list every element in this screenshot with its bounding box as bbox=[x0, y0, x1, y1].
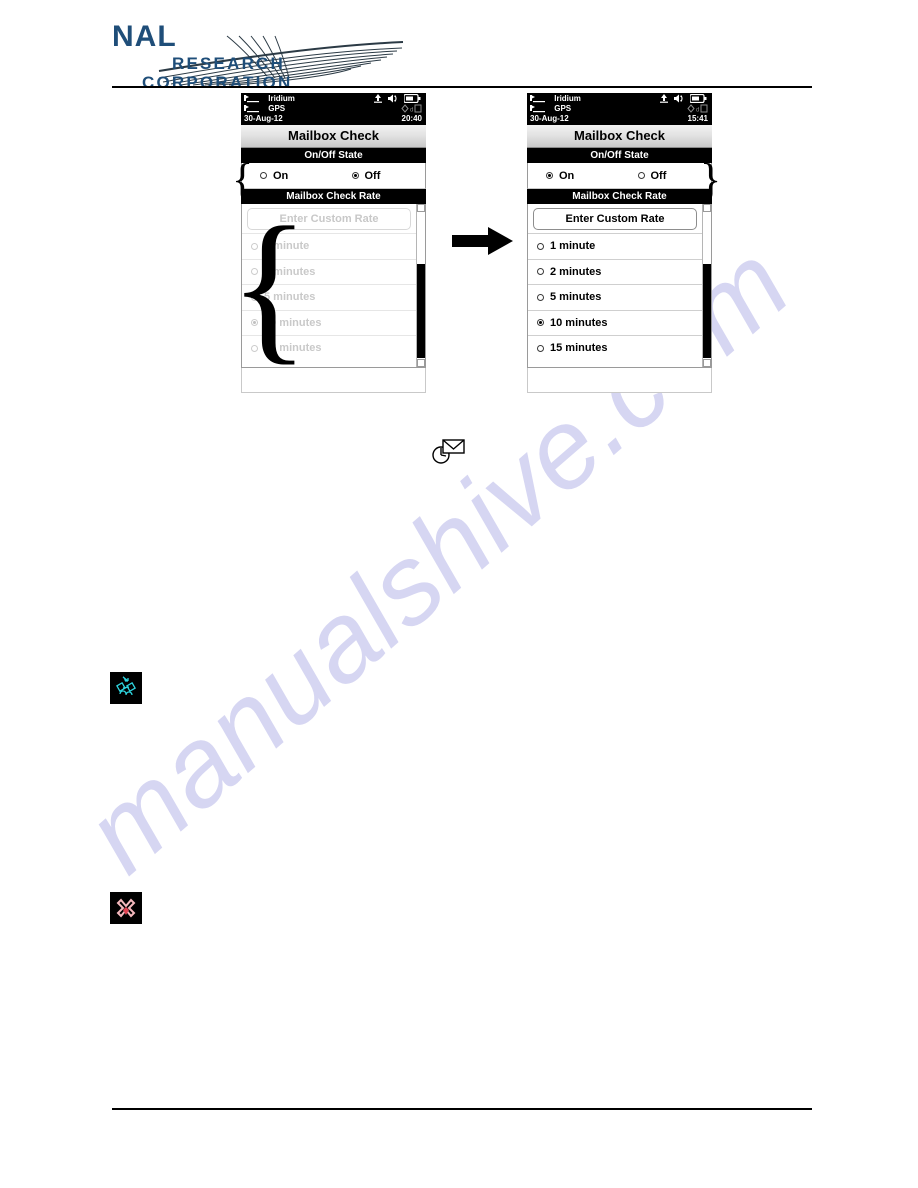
status-date: 30-Aug-12 bbox=[530, 114, 569, 123]
status-row-gps: GPS d bbox=[530, 104, 709, 114]
radio-off-icon[interactable] bbox=[351, 172, 359, 179]
status-row-network: Iridium bbox=[244, 93, 423, 104]
scroll-down-arrow-icon[interactable] bbox=[417, 359, 425, 367]
option-off-label: Off bbox=[650, 169, 667, 182]
screen-title: Mailbox Check bbox=[241, 125, 426, 148]
brace-rate-section: { bbox=[229, 193, 310, 379]
option-on[interactable]: On bbox=[528, 170, 620, 182]
svg-text:d: d bbox=[410, 108, 413, 114]
satellite-icon bbox=[110, 672, 142, 704]
rate-list: Enter Custom Rate 1 minute 2 minutes 5 m… bbox=[527, 204, 712, 368]
list-item-label: 15 minutes bbox=[550, 342, 608, 355]
logo-text-nal: NAL bbox=[112, 20, 177, 53]
radio-5-minutes-icon[interactable] bbox=[537, 293, 544, 301]
footer-divider bbox=[112, 1108, 812, 1110]
status-row-datetime: 30-Aug-12 20:40 bbox=[244, 114, 423, 124]
onoff-options-row: On Off bbox=[527, 163, 712, 189]
section-header-rate: Mailbox Check Rate bbox=[527, 189, 712, 204]
status-time: 15:41 bbox=[687, 114, 708, 123]
scrollbar[interactable] bbox=[702, 204, 711, 367]
status-time: 20:40 bbox=[401, 114, 422, 123]
scrollbar[interactable] bbox=[416, 204, 425, 367]
scroll-down-arrow-icon[interactable] bbox=[703, 359, 711, 367]
radio-1-minute-icon[interactable] bbox=[537, 242, 544, 250]
page-watermark: manualshive.com bbox=[0, 0, 918, 1188]
screen-footer bbox=[527, 368, 712, 393]
gps-label: GPS bbox=[554, 104, 572, 113]
header-divider bbox=[112, 86, 812, 88]
status-bar: Iridium GPS d 30-Aug-1 bbox=[241, 93, 426, 125]
clock-envelope-icon bbox=[432, 439, 465, 464]
gps-label: GPS bbox=[268, 104, 286, 113]
brace-onoff-section-right: } bbox=[700, 155, 722, 204]
radio-2-minutes-icon[interactable] bbox=[537, 268, 544, 276]
scrollbar-thumb[interactable] bbox=[703, 264, 711, 358]
section-header-onoff: On/Off State bbox=[527, 148, 712, 163]
status-bar: Iridium GPS d 30-Aug-1 bbox=[527, 93, 712, 125]
scroll-up-arrow-icon[interactable] bbox=[703, 204, 711, 212]
radio-15-minutes-icon[interactable] bbox=[537, 344, 544, 352]
option-off[interactable]: Off bbox=[620, 170, 712, 182]
radio-on-icon[interactable] bbox=[546, 172, 553, 179]
list-item[interactable]: 15 minutes bbox=[528, 335, 702, 361]
list-item[interactable]: 10 minutes bbox=[528, 309, 702, 335]
page-header: NAL RESEARCH CORPORATION bbox=[0, 0, 918, 95]
list-item[interactable]: 2 minutes bbox=[528, 258, 702, 284]
radio-off-icon[interactable] bbox=[637, 172, 645, 179]
list-item[interactable]: 1 minute bbox=[528, 233, 702, 259]
option-off-label: Off bbox=[364, 169, 381, 182]
enter-custom-rate-button[interactable]: Enter Custom Rate bbox=[533, 208, 697, 230]
option-on[interactable]: On bbox=[242, 170, 334, 182]
status-row-gps: GPS d bbox=[244, 104, 423, 114]
status-row-datetime: 30-Aug-12 15:41 bbox=[530, 114, 709, 124]
option-off[interactable]: Off bbox=[334, 170, 426, 182]
list-item-label: 2 minutes bbox=[550, 265, 602, 278]
nal-research-logo: NAL RESEARCH CORPORATION bbox=[112, 20, 412, 91]
arrow-right-icon bbox=[452, 227, 513, 255]
status-row-network: Iridium bbox=[530, 93, 709, 104]
svg-text:d: d bbox=[696, 108, 699, 114]
option-on-label: On bbox=[559, 169, 575, 182]
rate-list-column: Enter Custom Rate 1 minute 2 minutes 5 m… bbox=[528, 204, 702, 367]
screen-title: Mailbox Check bbox=[527, 125, 712, 148]
radio-10-minutes-icon[interactable] bbox=[537, 319, 544, 327]
x-cross-icon bbox=[110, 892, 142, 924]
logo-text-research: RESEARCH bbox=[172, 54, 286, 73]
scroll-up-arrow-icon[interactable] bbox=[417, 204, 425, 212]
radio-on-icon[interactable] bbox=[260, 172, 267, 179]
list-item-label: 1 minute bbox=[550, 240, 596, 253]
list-item-label: 5 minutes bbox=[550, 291, 602, 304]
logo-text-corporation: CORPORATION bbox=[142, 73, 293, 92]
scrollbar-thumb[interactable] bbox=[417, 264, 425, 358]
onoff-options-row: On Off bbox=[241, 163, 426, 189]
status-date: 30-Aug-12 bbox=[244, 114, 283, 123]
list-item-label: 10 minutes bbox=[550, 316, 608, 329]
phone-screen-after: Iridium GPS d 30-Aug-12 15:41 Mailbox Ch… bbox=[527, 93, 712, 393]
list-item[interactable]: 5 minutes bbox=[528, 284, 702, 310]
network-label: Iridium bbox=[554, 94, 581, 103]
option-on-label: On bbox=[273, 169, 289, 182]
section-header-onoff: On/Off State bbox=[241, 148, 426, 163]
network-label: Iridium bbox=[268, 94, 295, 103]
